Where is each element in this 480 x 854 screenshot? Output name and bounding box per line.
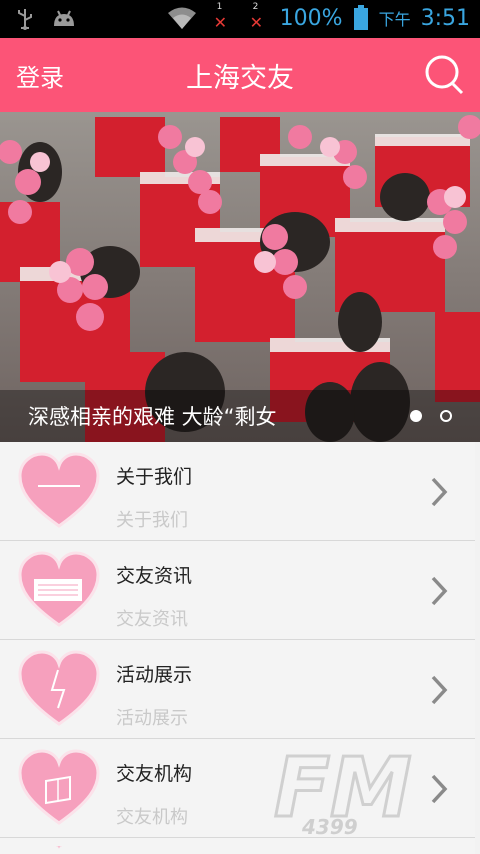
menu-item-subtitle: 交友机构 — [116, 807, 188, 828]
chevron-right-icon — [431, 576, 448, 606]
heart-activity-icon — [18, 650, 100, 726]
sim2-signal-icon: 2 ✕ — [244, 2, 270, 32]
wifi-icon — [167, 7, 196, 29]
banner-caption-bar: 深感相亲的艰难 大龄“剩女 — [0, 390, 480, 442]
page-title: 上海交友 — [186, 63, 294, 94]
carousel-dot-1[interactable] — [410, 410, 422, 422]
battery-percent: 100% — [279, 5, 343, 31]
menu-item-title: 关于我们 — [116, 466, 193, 488]
carousel-dot-2[interactable] — [440, 410, 452, 422]
battery-icon — [353, 5, 368, 30]
no-signal-icon: ✕ — [249, 13, 264, 32]
chevron-right-icon — [431, 477, 448, 507]
menu-item-news[interactable]: 交友资讯 交友资讯 — [0, 541, 475, 640]
menu-item-title: 活动展示 — [116, 664, 193, 686]
banner-carousel[interactable]: 深感相亲的艰难 大龄“剩女 — [0, 112, 480, 442]
usb-icon — [18, 9, 32, 30]
heart-about-icon — [18, 452, 100, 528]
menu-item-subtitle: 活动展示 — [116, 708, 188, 729]
android-icon — [54, 10, 74, 26]
app-header: 登录 上海交友 — [0, 38, 480, 112]
clock: 3:51 — [420, 5, 470, 31]
chevron-right-icon — [431, 675, 448, 705]
sim2-label: 2 — [252, 2, 259, 12]
watermark-number: 4399 — [301, 815, 358, 839]
heart-icon — [55, 846, 63, 850]
status-bar: 1 ✕ 2 ✕ 100% 下午 3:51 — [0, 0, 480, 38]
time-period: 下午 — [378, 10, 411, 29]
menu-item-subtitle: 关于我们 — [116, 510, 188, 531]
menu-item-about[interactable]: 关于我们 关于我们 — [0, 442, 475, 541]
sim1-signal-icon: 1 ✕ — [208, 2, 234, 32]
heart-news-icon — [18, 551, 100, 627]
menu-item-subtitle: 交友资讯 — [116, 609, 188, 630]
banner-caption: 深感相亲的艰难 大龄“剩女 — [28, 405, 277, 429]
fm-watermark-logo: FM 4399 — [273, 742, 414, 839]
menu-item-title: 交友机构 — [116, 763, 193, 785]
sim1-label: 1 — [216, 2, 223, 12]
heart-org-icon — [18, 749, 100, 825]
menu-item-title: 交友资讯 — [116, 565, 193, 587]
search-icon[interactable] — [424, 54, 466, 96]
carousel-dots — [410, 410, 452, 422]
no-signal-icon: ✕ — [213, 13, 228, 32]
menu-item-activity[interactable]: 活动展示 活动展示 — [0, 640, 475, 739]
menu-item-partial[interactable] — [0, 838, 475, 854]
